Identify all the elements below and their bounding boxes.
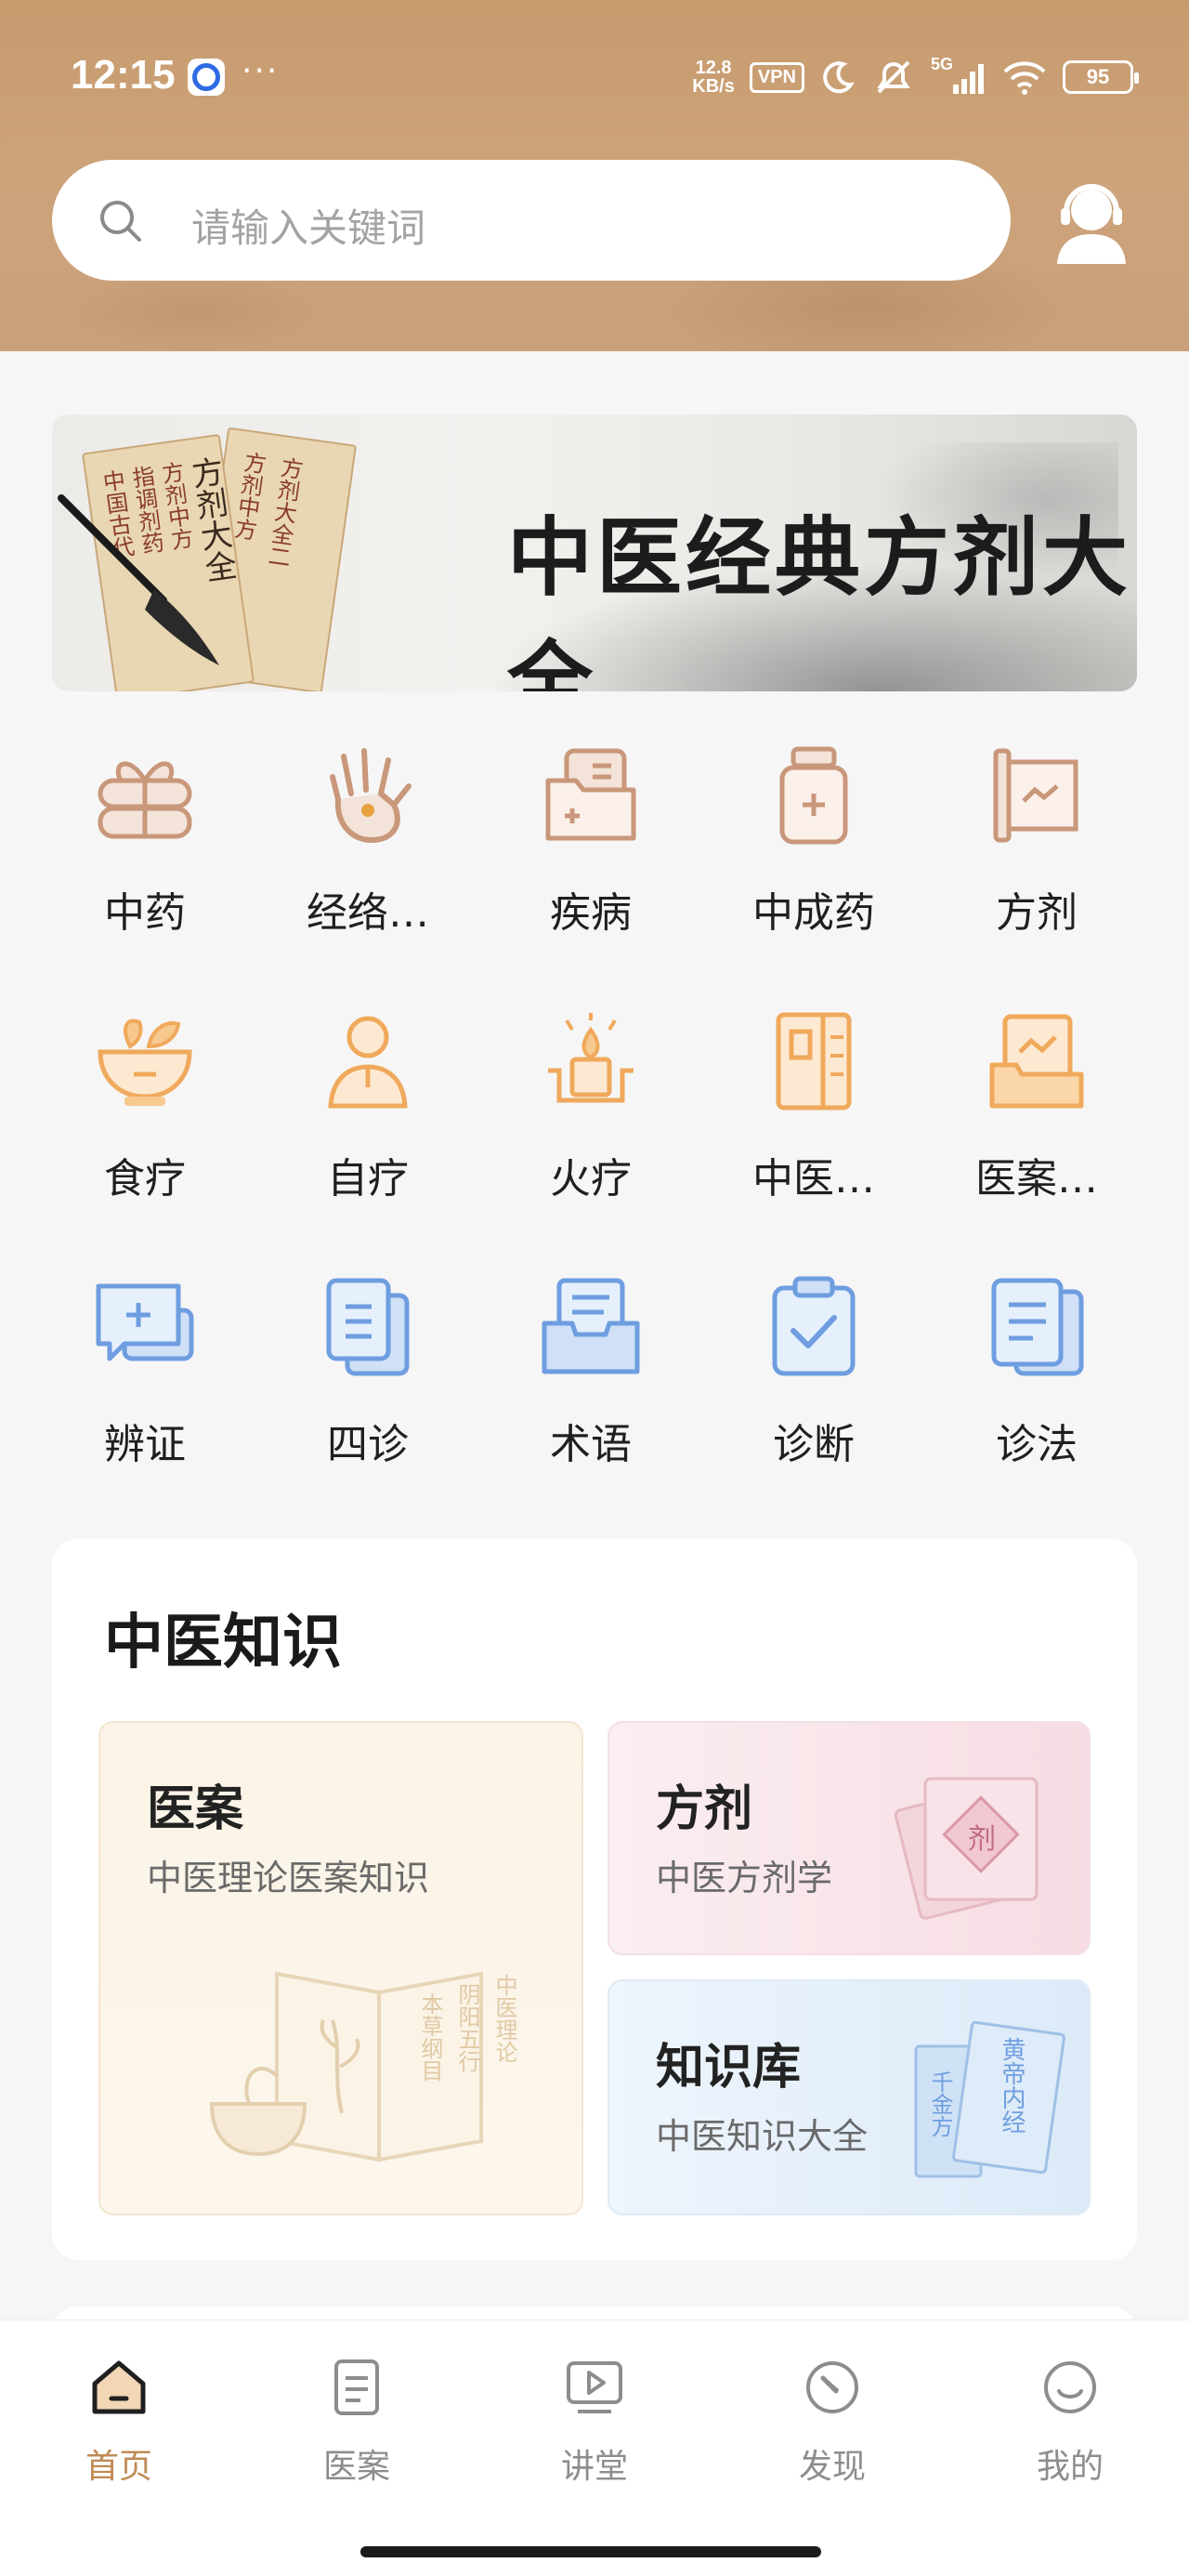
net-speed: 12.8 KB/s	[692, 58, 735, 97]
category-jingluo[interactable]: 经络…	[275, 743, 461, 948]
status-icons: 12.8 KB/s VPN 5G 95	[692, 54, 1139, 100]
tile-subtitle: 中医知识大全	[656, 2116, 869, 2157]
book-text: 中医理论	[491, 1974, 517, 2063]
document-lines-icon	[991, 1278, 1084, 1376]
tile-subtitle: 中医理论医案知识	[147, 1858, 430, 1899]
book-text: 本草纲目	[417, 1992, 443, 2082]
category-yian[interactable]: 医案…	[944, 1009, 1130, 1214]
fire-candle-icon	[548, 1013, 634, 1103]
smiley-icon	[1044, 2361, 1096, 2413]
chat-plus-icon	[96, 1283, 194, 1361]
home-indicator[interactable]	[360, 2546, 821, 2557]
notification-app-icon	[188, 59, 225, 96]
documents-icon	[326, 1278, 410, 1376]
hand-acupoint-icon	[330, 748, 412, 843]
more-notifications: ···	[242, 52, 280, 90]
tile-zhishiku[interactable]: 知识库 中医知识大全 千金方 黄帝内经	[608, 1979, 1091, 2215]
category-fangji[interactable]: 方剂	[944, 743, 1130, 948]
category-zhenduan[interactable]: 诊断	[721, 1275, 907, 1479]
search-icon	[100, 201, 141, 242]
tile-subtitle: 中医方剂学	[656, 1858, 833, 1899]
category-zhongyao[interactable]: 中药	[52, 743, 238, 948]
book-icon	[776, 1012, 852, 1111]
category-jibing[interactable]: 疾病	[498, 743, 684, 948]
moon-icon	[823, 61, 855, 94]
bottom-nav: 首页 医案 讲堂 发现 我的	[0, 2320, 1189, 2576]
document-icon	[334, 2359, 379, 2415]
tile-title: 方剂	[656, 1781, 753, 1837]
person-icon	[328, 1016, 408, 1109]
battery-indicator: 95	[1063, 60, 1139, 94]
signal-bars-icon	[953, 64, 984, 94]
tile-fangji[interactable]: 方剂 中医方剂学 剂	[608, 1721, 1091, 1955]
tab-wode[interactable]: 我的	[996, 2358, 1144, 2497]
inbox-tray-icon	[542, 1278, 640, 1374]
category-shuyu[interactable]: 术语	[498, 1275, 684, 1479]
book-text: 阴阳五行	[454, 1983, 480, 2072]
book-text: 黄帝内经	[998, 2037, 1026, 2134]
category-shiliao[interactable]: 食疗	[52, 1009, 238, 1214]
status-bar: 12:15 ··· 12.8 KB/s VPN 5G 95	[0, 0, 1189, 158]
clipboard-check-icon	[772, 1276, 856, 1376]
tab-home[interactable]: 首页	[45, 2358, 193, 2497]
search-bar[interactable]: 请输入关键词	[52, 160, 1011, 281]
category-zhongyi-book[interactable]: 中医…	[721, 1009, 907, 1214]
tile-yian[interactable]: 医案 中医理论医案知识 本草纲目 阴阳五行 中医理论	[98, 1721, 583, 2215]
video-play-icon	[567, 2361, 622, 2413]
header-texture	[56, 269, 334, 351]
header: 12:15 ··· 12.8 KB/s VPN 5G 95 请输入关键词	[0, 0, 1189, 351]
mute-bell-icon	[877, 60, 910, 94]
section-title: 中医知识	[104, 1609, 342, 1677]
compass-icon	[806, 2361, 858, 2413]
vpn-badge: VPN	[749, 61, 804, 93]
case-file-icon	[989, 1014, 1084, 1109]
tile-title: 知识库	[656, 2040, 802, 2096]
signal-icon: 5G	[931, 55, 986, 96]
category-zhongchengyao[interactable]: 中成药	[721, 743, 907, 948]
category-zhenfa[interactable]: 诊法	[944, 1275, 1130, 1479]
category-bianzheng[interactable]: 辨证	[52, 1275, 238, 1479]
user-headset-icon[interactable]	[1050, 173, 1133, 266]
scroll-icon	[993, 748, 1078, 843]
food-bowl-icon	[98, 1019, 192, 1106]
category-sizhen[interactable]: 四诊	[275, 1275, 461, 1479]
knowledge-card: 中医知识 医案 中医理论医案知识 本草纲目 阴阳五行 中医理论 方剂 中医方剂学…	[52, 1539, 1137, 2260]
book-text: 千金方	[927, 2070, 953, 2137]
category-huoliao[interactable]: 火疗	[498, 1009, 684, 1214]
search-input[interactable]: 请输入关键词	[191, 197, 425, 254]
brush-icon	[58, 494, 219, 665]
seal-text: 剂	[968, 1823, 996, 1856]
tile-title: 医案	[147, 1781, 244, 1837]
tab-yian[interactable]: 医案	[282, 2358, 431, 2497]
banner[interactable]: 方剂大全二 方剂中方 方剂大全 方剂中方 指调剂药 中国古代 中医经典方剂大全	[52, 414, 1137, 691]
status-time: 12:15	[71, 52, 176, 98]
wifi-icon	[1003, 61, 1046, 95]
medicine-jar-icon	[779, 746, 848, 845]
tab-faxian[interactable]: 发现	[758, 2358, 907, 2497]
banner-title: 中医经典方剂大全	[507, 507, 1132, 691]
home-icon	[92, 2360, 146, 2414]
medical-folder-icon	[545, 748, 636, 841]
category-ziliao[interactable]: 自疗	[275, 1009, 461, 1214]
tab-jiangtang[interactable]: 讲堂	[520, 2358, 669, 2497]
herb-gift-icon	[98, 761, 192, 839]
